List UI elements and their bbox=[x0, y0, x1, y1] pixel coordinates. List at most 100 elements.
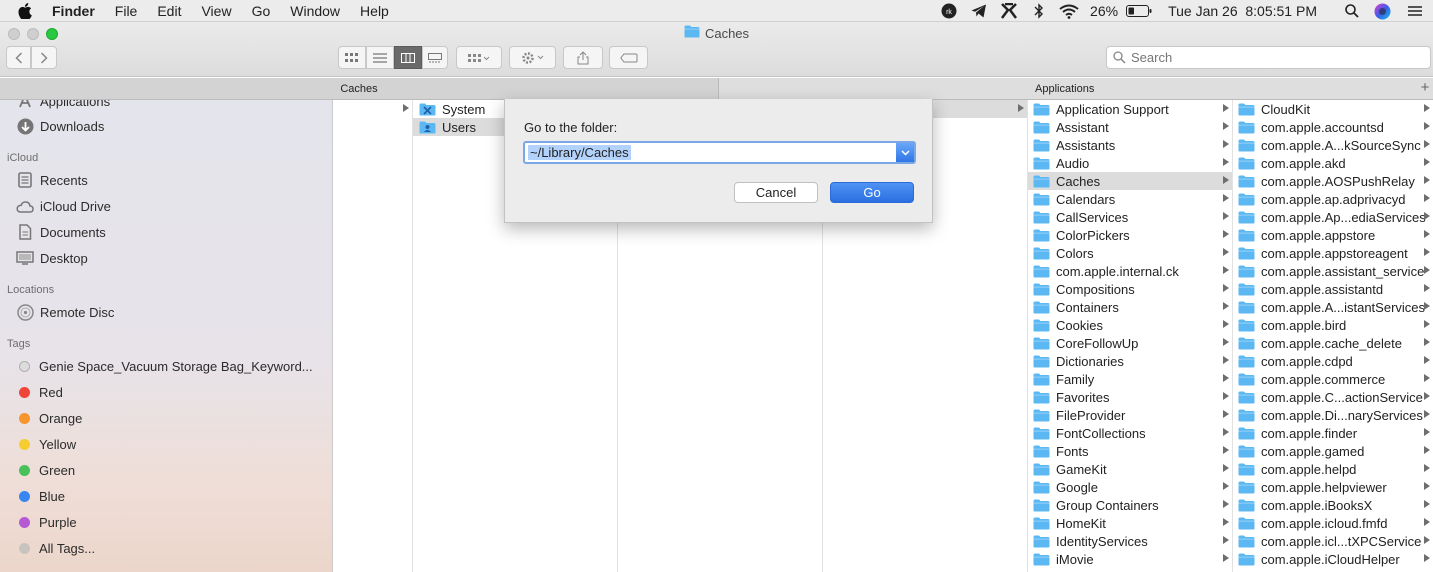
list-item[interactable]: HomeKit bbox=[1028, 514, 1232, 532]
add-tab-button[interactable]: + bbox=[1417, 78, 1433, 100]
list-view-button[interactable] bbox=[366, 46, 394, 69]
gallery-view-button[interactable] bbox=[422, 46, 448, 69]
control-center-icon[interactable] bbox=[1397, 0, 1433, 22]
search-icon[interactable] bbox=[1337, 0, 1367, 22]
list-item[interactable]: com.apple.AOSPushRelay bbox=[1233, 172, 1433, 190]
list-item[interactable]: com.apple.cdpd bbox=[1233, 352, 1433, 370]
menu-finder[interactable]: Finder bbox=[50, 3, 105, 19]
search-field[interactable] bbox=[1106, 46, 1431, 69]
sidebar-item-documents[interactable]: Documents bbox=[16, 221, 106, 243]
list-item[interactable]: com.apple.assistantd bbox=[1233, 280, 1433, 298]
telegram-icon[interactable] bbox=[964, 0, 994, 22]
sidebar-tag-red[interactable]: Red bbox=[16, 381, 63, 403]
go-button[interactable]: Go bbox=[830, 182, 914, 203]
list-item[interactable]: Assistants bbox=[1028, 136, 1232, 154]
list-item[interactable]: Assistant bbox=[1028, 118, 1232, 136]
list-item[interactable]: com.apple.A...istantServices bbox=[1233, 298, 1433, 316]
path-bar-applications[interactable]: Applications bbox=[718, 78, 1433, 100]
menu-help[interactable]: Help bbox=[350, 3, 399, 19]
list-item[interactable]: FileProvider bbox=[1028, 406, 1232, 424]
list-item[interactable]: com.apple.icloud.fmfd bbox=[1233, 514, 1433, 532]
list-item[interactable]: Cookies bbox=[1028, 316, 1232, 334]
sidebar-item-remote-disc[interactable]: Remote Disc bbox=[16, 301, 114, 323]
list-item[interactable]: com.apple.accountsd bbox=[1233, 118, 1433, 136]
list-item[interactable]: Group Containers bbox=[1028, 496, 1232, 514]
sidebar-item-downloads[interactable]: Downloads bbox=[16, 115, 104, 137]
browser-column-4[interactable]: Application Support Assistant Assistants Au… bbox=[1028, 100, 1233, 572]
list-item[interactable]: Dictionaries bbox=[1028, 352, 1232, 370]
list-item[interactable]: com.apple.ap.adprivacyd bbox=[1233, 190, 1433, 208]
disclosure-arrow-icon[interactable] bbox=[403, 104, 409, 112]
list-item[interactable]: Family bbox=[1028, 370, 1232, 388]
list-item[interactable]: com.apple.iCloudHelper bbox=[1233, 550, 1433, 568]
list-item[interactable]: Calendars bbox=[1028, 190, 1232, 208]
list-item[interactable]: Colors bbox=[1028, 244, 1232, 262]
list-item[interactable]: iMovie bbox=[1028, 550, 1232, 568]
list-item[interactable]: Application Support bbox=[1028, 100, 1232, 118]
bluetooth-icon[interactable] bbox=[1024, 0, 1054, 22]
sidebar-tag-purple[interactable]: Purple bbox=[16, 511, 77, 533]
menu-file[interactable]: File bbox=[105, 3, 148, 19]
folder-path-field[interactable]: ~/Library/Caches bbox=[523, 141, 916, 164]
share-button[interactable] bbox=[563, 46, 603, 69]
back-button[interactable] bbox=[6, 46, 31, 69]
path-bar-caches[interactable]: Caches bbox=[0, 78, 718, 100]
list-item[interactable]: com.apple.Di...naryServices bbox=[1233, 406, 1433, 424]
list-item[interactable]: GameKit bbox=[1028, 460, 1232, 478]
list-item[interactable]: CloudKit bbox=[1233, 100, 1433, 118]
list-item[interactable]: com.apple.bird bbox=[1233, 316, 1433, 334]
list-item[interactable]: com.apple.finder bbox=[1233, 424, 1433, 442]
browser-column-5[interactable]: CloudKit com.apple.accountsd com.apple.A..… bbox=[1233, 100, 1433, 572]
list-item[interactable]: com.apple.helpviewer bbox=[1233, 478, 1433, 496]
menu-go[interactable]: Go bbox=[242, 3, 281, 19]
browser-column-0[interactable] bbox=[334, 100, 413, 572]
column-view-button[interactable] bbox=[394, 46, 422, 69]
list-item[interactable]: IdentityServices bbox=[1028, 532, 1232, 550]
cancel-button[interactable]: Cancel bbox=[734, 182, 818, 203]
list-item[interactable]: com.apple.helpd bbox=[1233, 460, 1433, 478]
list-item[interactable]: com.apple.commerce bbox=[1233, 370, 1433, 388]
sidebar-tag-yellow[interactable]: Yellow bbox=[16, 433, 76, 455]
sidebar-item-applications[interactable]: Applications bbox=[16, 100, 110, 112]
menu-view[interactable]: View bbox=[191, 3, 241, 19]
tag-button[interactable] bbox=[609, 46, 648, 69]
forward-button[interactable] bbox=[31, 46, 57, 69]
group-by-button[interactable] bbox=[456, 46, 502, 69]
sidebar-tag-all-tags[interactable]: All Tags... bbox=[16, 537, 95, 559]
list-item[interactable]: Containers bbox=[1028, 298, 1232, 316]
icon-view-button[interactable] bbox=[338, 46, 366, 69]
list-item[interactable]: Favorites bbox=[1028, 388, 1232, 406]
list-item[interactable]: com.apple.cache_delete bbox=[1233, 334, 1433, 352]
list-item[interactable]: CallServices bbox=[1028, 208, 1232, 226]
wifi-icon[interactable] bbox=[1054, 0, 1084, 22]
list-item[interactable]: com.apple.akd bbox=[1233, 154, 1433, 172]
siri-icon[interactable] bbox=[1367, 0, 1397, 22]
menu-window[interactable]: Window bbox=[280, 3, 350, 19]
list-item[interactable]: com.apple.appstore bbox=[1233, 226, 1433, 244]
battery-icon[interactable] bbox=[1124, 0, 1154, 22]
list-item[interactable]: com.apple.internal.ck bbox=[1028, 262, 1232, 280]
sidebar-tag-orange[interactable]: Orange bbox=[16, 407, 82, 429]
list-item[interactable]: com.apple.Ap...ediaServices bbox=[1233, 208, 1433, 226]
sidebar-item-icloud-drive[interactable]: iCloud Drive bbox=[16, 195, 111, 217]
recent-folders-dropdown[interactable] bbox=[896, 143, 914, 162]
clock[interactable]: Tue Jan 26 8:05:51 PM bbox=[1162, 3, 1323, 19]
folder-path-input[interactable]: ~/Library/Caches bbox=[528, 145, 631, 160]
sidebar-item-recents[interactable]: Recents bbox=[16, 169, 88, 191]
list-item[interactable]: Caches bbox=[1028, 172, 1232, 190]
list-item[interactable]: com.apple.C...actionService bbox=[1233, 388, 1433, 406]
list-item[interactable]: Fonts bbox=[1028, 442, 1232, 460]
list-item[interactable]: com.apple.A...kSourceSync bbox=[1233, 136, 1433, 154]
sidebar-tag-blue[interactable]: Blue bbox=[16, 485, 65, 507]
menu-edit[interactable]: Edit bbox=[147, 3, 191, 19]
list-item[interactable]: FontCollections bbox=[1028, 424, 1232, 442]
list-item[interactable]: Compositions bbox=[1028, 280, 1232, 298]
list-item[interactable]: com.apple.iBooksX bbox=[1233, 496, 1433, 514]
apple-menu-icon[interactable] bbox=[0, 2, 50, 19]
action-gear-button[interactable] bbox=[509, 46, 556, 69]
list-item[interactable]: Audio bbox=[1028, 154, 1232, 172]
app-badge-icon[interactable]: rk bbox=[934, 0, 964, 22]
list-item[interactable]: com.apple.appstoreagent bbox=[1233, 244, 1433, 262]
list-item[interactable]: Google bbox=[1028, 478, 1232, 496]
list-item[interactable]: ColorPickers bbox=[1028, 226, 1232, 244]
